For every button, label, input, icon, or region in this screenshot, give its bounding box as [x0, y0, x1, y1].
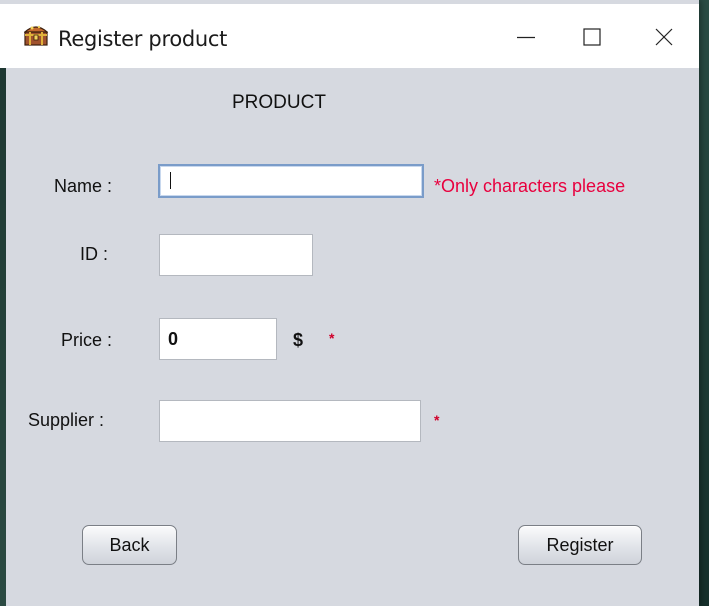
register-button[interactable]: Register	[518, 525, 642, 565]
price-label: Price :	[61, 330, 113, 350]
treasure-chest-icon	[23, 24, 49, 46]
price-input[interactable]: 0	[159, 318, 277, 360]
price-value: 0	[168, 329, 179, 349]
form-panel: PRODUCT Name : *Only characters please I…	[6, 68, 699, 606]
section-heading: PRODUCT	[232, 92, 326, 113]
id-label: ID :	[80, 244, 109, 264]
close-button[interactable]	[632, 8, 696, 70]
currency-unit: $	[293, 330, 304, 350]
text-caret	[170, 172, 171, 189]
register-product-window: Register product PRODUCT Name : *Only ch…	[0, 0, 699, 606]
supplier-required-mark: *	[434, 412, 440, 428]
minimize-icon	[515, 26, 537, 53]
supplier-label: Supplier :	[28, 410, 105, 430]
name-input[interactable]	[158, 164, 424, 198]
close-icon	[653, 26, 675, 53]
id-input[interactable]	[159, 234, 313, 276]
maximize-icon	[581, 26, 603, 53]
desktop-background-right	[699, 0, 709, 606]
maximize-button[interactable]	[560, 8, 624, 70]
name-validation-hint: *Only characters please	[434, 176, 626, 196]
supplier-input[interactable]	[159, 400, 421, 442]
title-bar[interactable]: Register product	[0, 4, 699, 68]
back-button[interactable]: Back	[82, 525, 177, 565]
price-required-mark: *	[329, 330, 335, 346]
name-label: Name :	[54, 176, 113, 196]
window-title: Register product	[58, 27, 228, 51]
minimize-button[interactable]	[494, 8, 558, 70]
